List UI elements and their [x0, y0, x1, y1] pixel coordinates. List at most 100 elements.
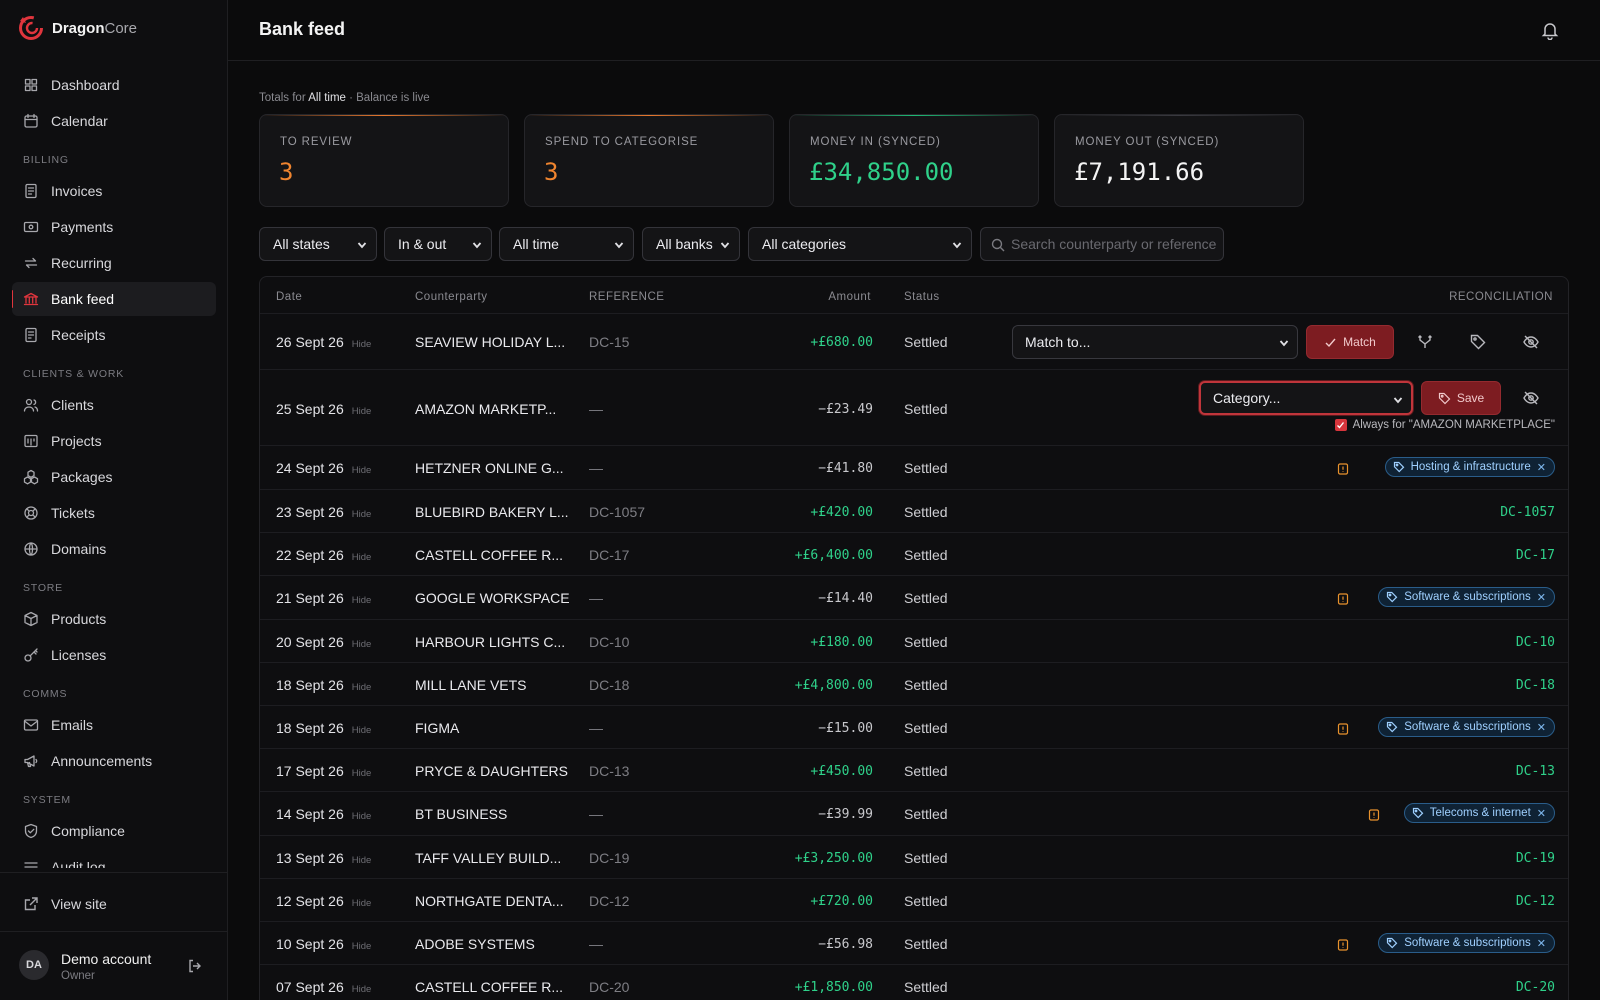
stat-card-to-review[interactable]: TO REVIEW 3: [259, 114, 509, 207]
eye-off-icon[interactable]: [1522, 333, 1540, 351]
needs-receipt-icon[interactable]: [1337, 462, 1349, 475]
sidebar-item-dashboard[interactable]: Dashboard: [12, 68, 216, 102]
hide-row-link[interactable]: Hide: [352, 941, 372, 952]
sidebar-item-recurring[interactable]: Recurring: [12, 246, 216, 280]
sidebar-item-bank-feed[interactable]: Bank feed: [12, 282, 216, 316]
sidebar-item-compliance[interactable]: Compliance: [12, 814, 216, 848]
match-button[interactable]: Match: [1306, 325, 1394, 359]
sidebar-item-packages[interactable]: Packages: [12, 460, 216, 494]
reconciled-reference-link[interactable]: DC-18: [1516, 678, 1555, 693]
table-row[interactable]: 20 Sept 26 Hide HARBOUR LIGHTS C... DC-10 +£…: [260, 619, 1568, 662]
hide-row-link[interactable]: Hide: [352, 898, 372, 909]
remove-tag-icon[interactable]: ✕: [1537, 721, 1546, 734]
sidebar-item-invoices[interactable]: Invoices: [12, 174, 216, 208]
table-row[interactable]: 26 Sept 26 Hide SEAVIEW HOLIDAY L... DC-15 +…: [260, 313, 1568, 369]
remove-tag-icon[interactable]: ✕: [1537, 461, 1546, 474]
table-row[interactable]: 21 Sept 26 Hide GOOGLE WORKSPACE — −£14.40 Se…: [260, 575, 1568, 619]
bank-filter-select[interactable]: All banks: [642, 227, 740, 261]
reconciled-reference-link[interactable]: DC-1057: [1500, 505, 1555, 520]
hide-row-link[interactable]: Hide: [352, 639, 372, 650]
hide-row-link[interactable]: Hide: [352, 811, 372, 822]
remove-tag-icon[interactable]: ✕: [1537, 807, 1546, 820]
table-row[interactable]: 24 Sept 26 Hide HETZNER ONLINE G... — −£41.8…: [260, 445, 1568, 489]
sidebar-item-tickets[interactable]: Tickets: [12, 496, 216, 530]
reconciled-reference-link[interactable]: DC-19: [1516, 851, 1555, 866]
reconciled-reference-link[interactable]: DC-10: [1516, 635, 1555, 650]
hide-row-link[interactable]: Hide: [352, 406, 372, 417]
needs-receipt-icon[interactable]: [1337, 592, 1349, 605]
hide-row-link[interactable]: Hide: [352, 465, 372, 476]
sidebar-item-payments[interactable]: Payments: [12, 210, 216, 244]
hide-row-link[interactable]: Hide: [352, 682, 372, 693]
search-input[interactable]: [1011, 228, 1216, 260]
needs-receipt-icon[interactable]: [1337, 938, 1349, 951]
tag-icon[interactable]: [1469, 333, 1487, 351]
category-tag[interactable]: Software & subscriptions ✕: [1378, 717, 1555, 737]
remove-tag-icon[interactable]: ✕: [1537, 937, 1546, 950]
brand[interactable]: DragonCore: [18, 14, 137, 42]
category-tag[interactable]: Hosting & infrastructure ✕: [1384, 457, 1555, 477]
avatar[interactable]: DA: [19, 950, 49, 980]
needs-receipt-icon[interactable]: [1337, 722, 1349, 735]
view-site-link[interactable]: View site: [12, 887, 216, 921]
category-tag[interactable]: Software & subscriptions ✕: [1378, 933, 1555, 953]
stat-card-spend-to-categorise[interactable]: SPEND TO CATEGORISE 3: [524, 114, 774, 207]
sidebar-item-projects[interactable]: Projects: [12, 424, 216, 458]
reconciled-reference-link[interactable]: DC-13: [1516, 764, 1555, 779]
split-icon[interactable]: [1416, 333, 1434, 351]
category-tag[interactable]: Software & subscriptions ✕: [1378, 587, 1555, 607]
category-filter-select[interactable]: All categories: [748, 227, 972, 261]
sidebar-item-emails[interactable]: Emails: [12, 708, 216, 742]
save-category-button[interactable]: Save: [1421, 381, 1501, 415]
needs-receipt-icon[interactable]: [1368, 808, 1380, 821]
table-row[interactable]: 22 Sept 26 Hide CASTELL COFFEE R... DC-17 +£…: [260, 532, 1568, 575]
table-row[interactable]: 18 Sept 26 Hide FIGMA — −£15.00 Settled Softwa…: [260, 705, 1568, 748]
category-select[interactable]: Category...: [1199, 381, 1413, 415]
logout-icon[interactable]: [187, 958, 203, 974]
hide-row-link[interactable]: Hide: [352, 595, 372, 606]
always-checkbox[interactable]: [1334, 419, 1347, 431]
column-header-counterparty[interactable]: Counterparty: [415, 291, 487, 303]
state-filter-select[interactable]: All states: [259, 227, 377, 261]
sidebar-item-clients[interactable]: Clients: [12, 388, 216, 422]
sidebar-item-calendar[interactable]: Calendar: [12, 104, 216, 138]
table-row[interactable]: 07 Sept 26 Hide CASTELL COFFEE R... DC-20 +£…: [260, 964, 1568, 1000]
direction-filter-select[interactable]: In & out: [384, 227, 492, 261]
reconciled-reference-link[interactable]: DC-20: [1516, 980, 1555, 995]
hide-row-link[interactable]: Hide: [352, 984, 372, 995]
hide-row-link[interactable]: Hide: [352, 339, 372, 350]
sidebar-item-products[interactable]: Products: [12, 602, 216, 636]
column-header-reference[interactable]: REFERENCE: [589, 291, 664, 303]
column-header-status[interactable]: Status: [904, 291, 940, 303]
reconciled-reference-link[interactable]: DC-17: [1516, 548, 1555, 563]
always-for-counterparty[interactable]: Always for "AMAZON MARKETPLACE": [1334, 419, 1555, 431]
hide-row-link[interactable]: Hide: [352, 552, 372, 563]
remove-tag-icon[interactable]: ✕: [1537, 591, 1546, 604]
sidebar-item-receipts[interactable]: Receipts: [12, 318, 216, 352]
sidebar-item-announcements[interactable]: Announcements: [12, 744, 216, 778]
amount-cell: +£680.00: [810, 335, 873, 350]
table-row[interactable]: 23 Sept 26 Hide BLUEBIRD BAKERY L... DC-105…: [260, 489, 1568, 532]
bell-icon[interactable]: [1540, 20, 1560, 40]
column-header-amount[interactable]: Amount: [828, 291, 871, 303]
match-to-select[interactable]: Match to...: [1012, 325, 1298, 359]
sidebar-item-licenses[interactable]: Licenses: [12, 638, 216, 672]
table-row[interactable]: 14 Sept 26 Hide BT BUSINESS — −£39.99 Settled…: [260, 791, 1568, 835]
hide-row-link[interactable]: Hide: [352, 725, 372, 736]
table-row[interactable]: 13 Sept 26 Hide TAFF VALLEY BUILD... DC-19 +…: [260, 835, 1568, 878]
table-row[interactable]: 12 Sept 26 Hide NORTHGATE DENTA... DC-12 +£7…: [260, 878, 1568, 921]
hide-row-link[interactable]: Hide: [352, 768, 372, 779]
reconciled-reference-link[interactable]: DC-12: [1516, 894, 1555, 909]
hide-row-link[interactable]: Hide: [352, 855, 372, 866]
period-filter-select[interactable]: All time: [499, 227, 634, 261]
eye-off-icon[interactable]: [1522, 389, 1540, 407]
table-row[interactable]: 25 Sept 26 Hide AMAZON MARKETP... — −£23.49 S…: [260, 369, 1568, 445]
table-row[interactable]: 18 Sept 26 Hide MILL LANE VETS DC-18 +£4,800…: [260, 662, 1568, 705]
sidebar-item-domains[interactable]: Domains: [12, 532, 216, 566]
table-row[interactable]: 17 Sept 26 Hide PRYCE & DAUGHTERS DC-13 +£45…: [260, 748, 1568, 791]
sidebar-item-audit-log[interactable]: Audit log: [12, 850, 216, 868]
table-row[interactable]: 10 Sept 26 Hide ADOBE SYSTEMS — −£56.98 Settl…: [260, 921, 1568, 964]
category-tag[interactable]: Telecoms & internet ✕: [1403, 803, 1555, 823]
column-header-date[interactable]: Date: [276, 291, 302, 303]
hide-row-link[interactable]: Hide: [352, 509, 372, 520]
